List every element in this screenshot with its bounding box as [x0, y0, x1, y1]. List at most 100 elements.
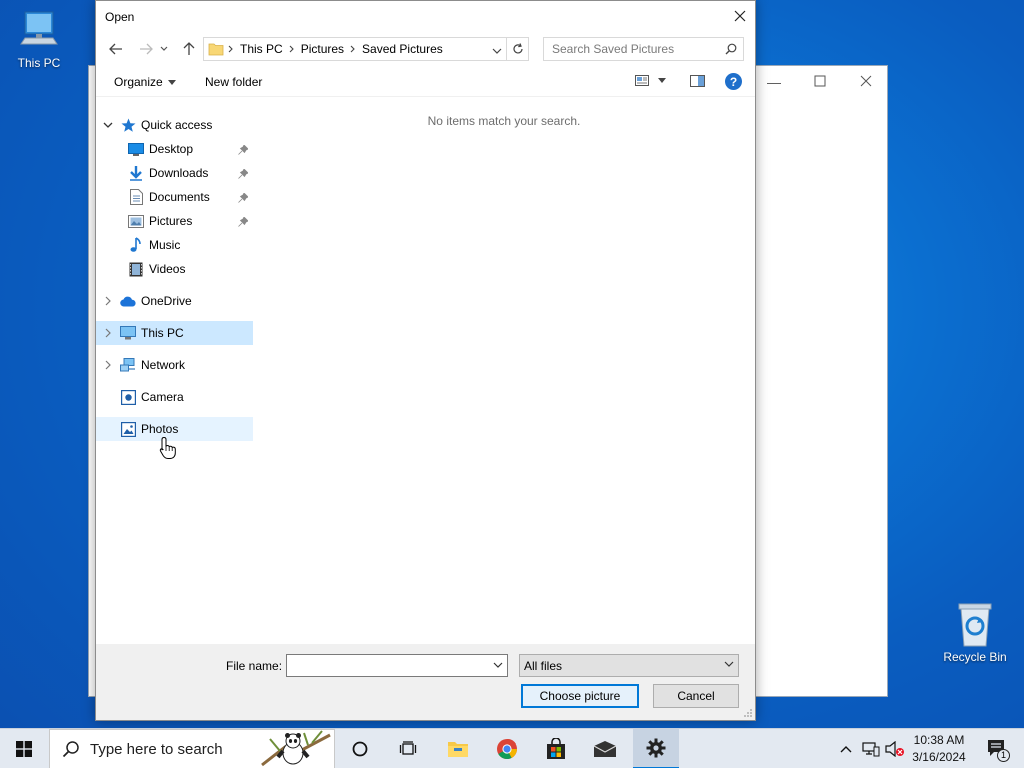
nav-pictures[interactable]: Pictures: [96, 209, 253, 233]
pin-icon[interactable]: [238, 144, 249, 155]
cancel-button[interactable]: Cancel: [653, 684, 739, 708]
taskbar-search-box[interactable]: Type here to search: [49, 729, 335, 768]
document-icon: [128, 189, 144, 205]
chevron-right-icon[interactable]: [102, 327, 114, 339]
breadcrumb-this-pc[interactable]: This PC: [240, 42, 283, 56]
minimize-icon[interactable]: —: [751, 70, 797, 94]
nav-label: Quick access: [141, 118, 213, 132]
nav-label: Desktop: [149, 142, 194, 156]
start-button[interactable]: [0, 729, 48, 768]
new-folder-button[interactable]: New folder: [205, 75, 262, 89]
preview-pane-icon: [690, 75, 705, 87]
preview-pane-button[interactable]: [690, 75, 705, 87]
choose-picture-button[interactable]: Choose picture: [521, 684, 639, 708]
show-hidden-icons-button[interactable]: [836, 729, 856, 768]
notification-count-badge: 1: [997, 749, 1010, 762]
chrome-icon: [497, 738, 517, 760]
pin-icon[interactable]: [238, 168, 249, 179]
chevron-right-icon[interactable]: [102, 295, 114, 307]
chevron-down-icon: [724, 661, 734, 667]
computer-icon: [120, 325, 136, 341]
breadcrumb-saved-pictures[interactable]: Saved Pictures: [362, 42, 443, 56]
desktop-icon-recycle-bin[interactable]: Recycle Bin: [937, 600, 1013, 664]
back-button[interactable]: [106, 39, 126, 59]
pin-icon[interactable]: [238, 216, 249, 227]
nav-label: Music: [149, 238, 181, 252]
breadcrumb-pictures[interactable]: Pictures: [301, 42, 344, 56]
desktop-icon-label: This PC: [17, 56, 61, 70]
nav-onedrive[interactable]: OneDrive: [96, 289, 253, 313]
file-name-combobox[interactable]: [286, 654, 508, 677]
chevron-down-icon[interactable]: [493, 662, 503, 669]
search-box[interactable]: [543, 37, 744, 61]
folder-icon: [208, 43, 224, 56]
desktop-icon-this-pc[interactable]: This PC: [1, 8, 77, 70]
nav-label: Pictures: [149, 214, 193, 228]
search-input[interactable]: [552, 42, 722, 56]
file-list-view[interactable]: No items match your search.: [253, 98, 755, 644]
taskbar: Type here to search 10:38 AM 3/16/2024 1: [0, 728, 1024, 768]
taskbar-settings[interactable]: [633, 729, 679, 768]
view-icon: [635, 75, 649, 86]
clock[interactable]: 10:38 AM 3/16/2024: [904, 732, 974, 766]
nav-label: Documents: [149, 190, 210, 204]
nav-quick-access[interactable]: Quick access: [96, 113, 253, 137]
forward-button[interactable]: [136, 39, 156, 59]
nav-desktop[interactable]: Desktop: [96, 137, 253, 161]
resize-grip-icon[interactable]: [743, 708, 753, 718]
help-button[interactable]: ?: [725, 73, 742, 90]
task-view-button[interactable]: [388, 729, 428, 768]
taskbar-chrome[interactable]: [486, 729, 528, 768]
close-icon[interactable]: [843, 70, 889, 94]
nav-label: This PC: [141, 326, 184, 340]
chevron-right-icon: [228, 45, 234, 53]
address-dropdown[interactable]: [492, 44, 502, 58]
windows-logo-icon: [16, 741, 32, 757]
organize-label: Organize: [114, 75, 163, 89]
cortana-button[interactable]: [340, 729, 380, 768]
taskbar-store[interactable]: [535, 729, 577, 768]
pin-icon[interactable]: [238, 192, 249, 203]
volume-button[interactable]: [884, 729, 906, 768]
desktop-icon-label: Recycle Bin: [943, 650, 1007, 664]
caret-down-icon: [658, 78, 666, 83]
file-name-label: File name:: [226, 659, 283, 673]
address-bar[interactable]: This PC Pictures Saved Pictures: [203, 37, 529, 61]
navigation-pane: Quick access Desktop Downloads Documents: [96, 98, 253, 644]
arrow-right-icon: [140, 43, 153, 55]
file-type-select[interactable]: All files: [519, 654, 739, 677]
file-name-input[interactable]: [291, 658, 481, 672]
bottom-pane: File name: All files Choose picture Canc…: [96, 644, 755, 720]
nav-label: Videos: [149, 262, 186, 276]
nav-music[interactable]: Music: [96, 233, 253, 257]
close-icon: [734, 10, 746, 22]
volume-muted-icon: [885, 741, 904, 757]
store-bag-icon: [547, 738, 565, 759]
change-view-button[interactable]: [635, 75, 666, 86]
up-button[interactable]: [179, 39, 199, 59]
chevron-right-icon[interactable]: [102, 359, 114, 371]
panda-illustration-icon: [261, 730, 331, 767]
chevron-right-icon: [350, 45, 356, 53]
chevron-up-icon: [840, 746, 852, 753]
refresh-button[interactable]: [506, 38, 528, 60]
address-row: This PC Pictures Saved Pictures: [96, 36, 755, 62]
nav-this-pc[interactable]: This PC: [96, 321, 253, 345]
caret-down-icon: [167, 79, 176, 85]
action-center-button[interactable]: 1: [978, 729, 1018, 768]
organize-button[interactable]: Organize: [114, 75, 176, 89]
network-status-button[interactable]: [860, 729, 882, 768]
nav-downloads[interactable]: Downloads: [96, 161, 253, 185]
nav-camera[interactable]: Camera: [96, 385, 253, 409]
nav-documents[interactable]: Documents: [96, 185, 253, 209]
maximize-icon[interactable]: [797, 70, 843, 94]
new-folder-label: New folder: [205, 75, 263, 89]
taskbar-mail[interactable]: [584, 729, 626, 768]
recent-locations-button[interactable]: [158, 39, 170, 59]
taskbar-file-explorer[interactable]: [437, 729, 479, 768]
nav-videos[interactable]: Videos: [96, 257, 253, 281]
chevron-down-icon[interactable]: [102, 119, 114, 131]
cortana-circle-icon: [352, 741, 368, 757]
close-button[interactable]: [725, 1, 755, 31]
nav-network[interactable]: Network: [96, 353, 253, 377]
